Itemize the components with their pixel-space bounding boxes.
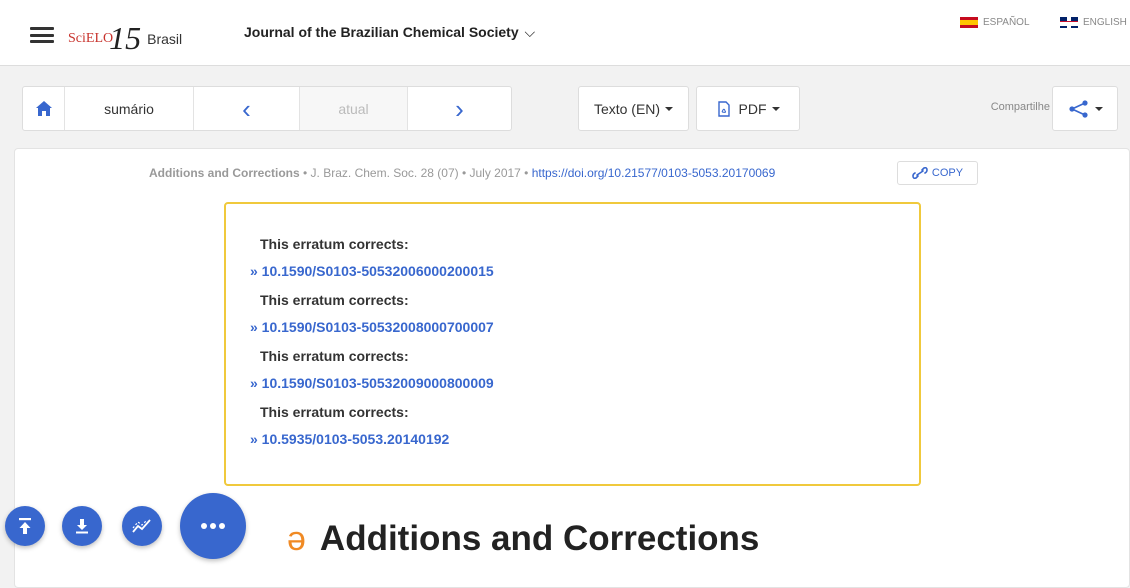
language-spanish-link[interactable]: ESPAÑOL xyxy=(960,17,1030,28)
article-section: Additions and Corrections xyxy=(149,166,300,180)
download-button[interactable] xyxy=(62,506,102,546)
share-icon xyxy=(1068,99,1088,118)
article-title-text: Additions and Corrections xyxy=(319,519,760,558)
share-label: Compartilhe xyxy=(990,101,1050,113)
trending-chart-icon xyxy=(132,519,151,533)
language-label: ESPAÑOL xyxy=(983,17,1030,28)
home-icon xyxy=(35,101,52,116)
erratum-entry: This erratum corrects: » 10.1590/S0103-5… xyxy=(250,234,919,290)
article-title: ə Additions and Corrections xyxy=(287,519,759,559)
scielo-logo[interactable]: SciELO 15 Brasil xyxy=(68,14,182,54)
chevron-left-icon: ‹ xyxy=(242,93,251,124)
caret-down-icon xyxy=(771,106,780,111)
article-toolbar: sumário ‹ atual › Texto (EN) PDF Compart… xyxy=(0,67,1130,145)
erratum-label: This erratum corrects: xyxy=(260,348,409,364)
open-access-icon: ə xyxy=(287,519,306,558)
previous-button[interactable]: ‹ xyxy=(194,87,300,130)
copy-label: COPY xyxy=(931,167,964,179)
uk-flag-icon xyxy=(1060,17,1078,28)
erratum-label: This erratum corrects: xyxy=(260,404,409,420)
erratum-label: This erratum corrects: xyxy=(260,292,409,308)
erratum-label: This erratum corrects: xyxy=(260,236,409,252)
errata-box: This erratum corrects: » 10.1590/S0103-5… xyxy=(224,202,921,486)
pdf-file-icon xyxy=(717,100,730,117)
share-dropdown[interactable] xyxy=(1052,86,1118,131)
current-button: atual xyxy=(300,87,408,130)
caret-down-icon xyxy=(665,106,674,111)
article-meta: Additions and Corrections • J. Braz. Che… xyxy=(149,166,775,180)
erratum-entry: This erratum corrects: » 10.1590/S0103-5… xyxy=(250,290,919,346)
arrow-up-to-line-icon xyxy=(19,518,31,534)
spain-flag-icon xyxy=(960,17,978,28)
erratum-doi-link[interactable]: » 10.1590/S0103-50532009000800009 xyxy=(250,364,919,402)
logo-country: Brasil xyxy=(147,31,183,47)
pdf-label: PDF xyxy=(738,100,767,117)
top-header: SciELO 15 Brasil Journal of the Brazilia… xyxy=(0,0,1130,66)
copy-doi-button[interactable]: COPY xyxy=(897,161,978,185)
doi-link[interactable]: https://doi.org/10.21577/0103-5053.20170… xyxy=(532,166,776,180)
erratum-doi-link[interactable]: » 10.5935/0103-5053.20140192 xyxy=(250,420,919,458)
more-options-button[interactable] xyxy=(180,493,246,559)
more-horizontal-icon xyxy=(201,523,225,529)
chevron-down-icon: ⌵ xyxy=(524,24,536,40)
article-citation: • J. Braz. Chem. Soc. 28 (07) • July 201… xyxy=(299,166,532,180)
logo-15-text: 15 xyxy=(109,20,142,56)
journal-title: Journal of the Brazilian Chemical Societ… xyxy=(244,24,519,40)
erratum-entry: This erratum corrects: » 10.5935/0103-50… xyxy=(250,402,919,458)
language-label: ENGLISH xyxy=(1083,17,1127,28)
erratum-doi-link[interactable]: » 10.1590/S0103-50532008000700007 xyxy=(250,308,919,346)
text-language-dropdown[interactable]: Texto (EN) xyxy=(578,86,689,131)
download-icon xyxy=(76,519,88,534)
scroll-top-button[interactable] xyxy=(5,506,45,546)
erratum-entry: This erratum corrects: » 10.1590/S0103-5… xyxy=(250,346,919,402)
home-button[interactable] xyxy=(23,87,65,130)
language-english-link[interactable]: ENGLISH xyxy=(1060,17,1127,28)
menu-icon[interactable] xyxy=(30,27,54,43)
next-button[interactable]: › xyxy=(408,87,511,130)
link-icon xyxy=(912,167,928,179)
chevron-right-icon: › xyxy=(455,93,464,124)
caret-down-icon xyxy=(1094,106,1103,111)
current-label: atual xyxy=(338,100,369,117)
text-language-label: Texto (EN) xyxy=(593,100,661,117)
summary-button[interactable]: sumário xyxy=(65,87,194,130)
metrics-button[interactable] xyxy=(122,506,162,546)
logo-scielo-text: SciELO xyxy=(68,31,114,46)
summary-label: sumário xyxy=(104,100,154,117)
issue-navigation: sumário ‹ atual › xyxy=(22,86,512,131)
journal-title-dropdown[interactable]: Journal of the Brazilian Chemical Societ… xyxy=(244,24,535,41)
erratum-doi-link[interactable]: » 10.1590/S0103-50532006000200015 xyxy=(250,252,919,290)
pdf-dropdown[interactable]: PDF xyxy=(696,86,800,131)
